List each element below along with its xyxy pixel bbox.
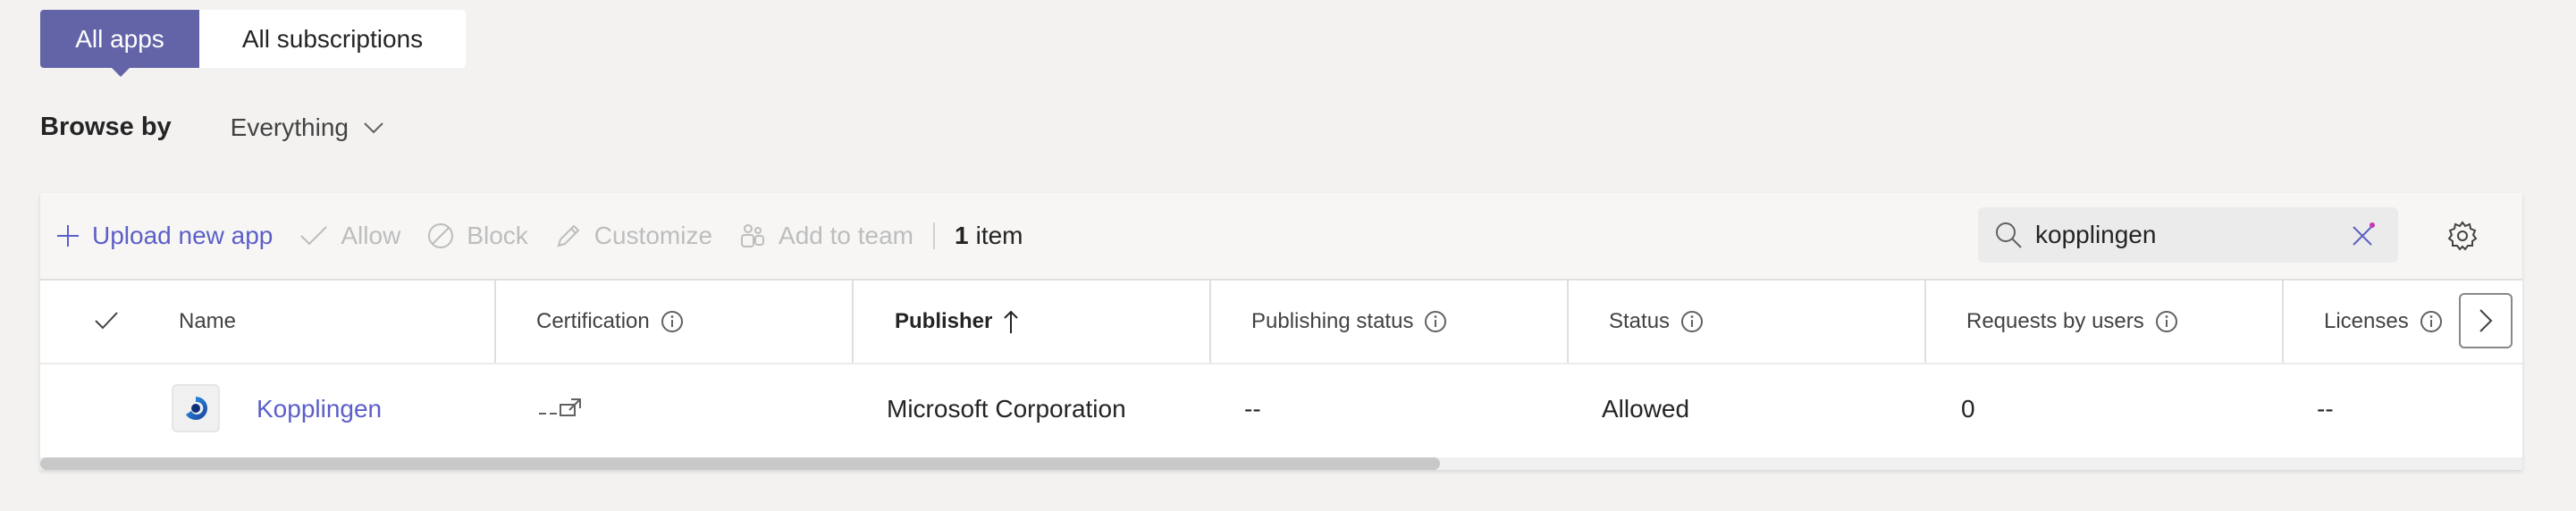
- column-divider: [494, 281, 496, 363]
- tab-all-apps[interactable]: All apps: [40, 10, 199, 77]
- header-status[interactable]: Status: [1609, 281, 1704, 363]
- info-icon[interactable]: [2420, 310, 2443, 333]
- chevron-right-icon: [2479, 309, 2493, 332]
- header-publishing-status[interactable]: Publishing status: [1251, 281, 1447, 363]
- header-requests-by-users[interactable]: Requests by users: [1966, 281, 2178, 363]
- info-icon[interactable]: [2155, 310, 2178, 333]
- header-licenses-label: Licenses: [2324, 309, 2409, 333]
- app-tabs: All apps All subscriptions: [40, 10, 466, 77]
- publishing-status-cell: --: [1244, 395, 1261, 423]
- header-certification-label: Certification: [536, 309, 650, 333]
- header-publisher[interactable]: Publisher: [895, 281, 1019, 363]
- customize-label: Customize: [593, 222, 713, 249]
- item-count-number: 1: [955, 222, 969, 249]
- block-label: Block: [467, 222, 528, 249]
- browse-by-label: Browse by: [40, 113, 172, 141]
- select-all-checkmark-icon[interactable]: [94, 311, 119, 331]
- column-divider: [1567, 281, 1569, 363]
- column-divider: [2282, 281, 2284, 363]
- customize-button[interactable]: Customize: [555, 222, 712, 250]
- publisher-cell: Microsoft Corporation: [887, 395, 1126, 423]
- sort-ascending-arrow-icon: [1004, 310, 1019, 333]
- allow-label: Allow: [341, 222, 401, 249]
- info-icon[interactable]: [661, 310, 684, 333]
- header-status-label: Status: [1609, 309, 1671, 333]
- clear-search-icon[interactable]: [2350, 222, 2377, 248]
- licenses-cell: --: [2317, 395, 2334, 423]
- item-count-label: item: [975, 222, 1023, 249]
- team-icon: [741, 224, 765, 247]
- gear-icon[interactable]: [2446, 220, 2479, 252]
- browse-by-value: Everything: [230, 113, 349, 141]
- add-to-team-button[interactable]: Add to team: [739, 222, 913, 250]
- item-count: 1 item: [955, 222, 1023, 250]
- apps-panel: Upload new app Allow Block Customize Add…: [40, 193, 2522, 470]
- horizontal-scrollbar-thumb[interactable]: [40, 457, 1440, 470]
- chevron-down-icon: [364, 121, 383, 133]
- header-name[interactable]: Name: [179, 281, 236, 363]
- requests-cell: 0: [1961, 395, 1975, 423]
- column-divider: [1209, 281, 1211, 363]
- info-icon[interactable]: [1680, 310, 1704, 333]
- kopplingen-app-icon: [186, 397, 207, 420]
- table-header: Name Certification Publisher Publishing …: [40, 281, 2522, 364]
- header-name-label: Name: [179, 309, 237, 333]
- scroll-columns-right-button[interactable]: [2459, 293, 2513, 348]
- header-publisher-label: Publisher: [895, 309, 993, 333]
- browse-by: Browse by Everything: [40, 113, 384, 142]
- tab-all-subscriptions[interactable]: All subscriptions: [199, 10, 466, 68]
- toolbar: Upload new app Allow Block Customize Add…: [40, 193, 2522, 281]
- upload-new-app-label: Upload new app: [92, 222, 274, 249]
- search-input[interactable]: [2033, 220, 2359, 250]
- add-to-team-label: Add to team: [779, 222, 914, 249]
- status-cell: Allowed: [1602, 395, 1690, 423]
- checkmark-icon: [300, 226, 328, 246]
- block-icon: [428, 223, 454, 248]
- header-requests-label: Requests by users: [1966, 309, 2144, 333]
- block-button[interactable]: Block: [427, 222, 528, 250]
- search-box: [1978, 207, 2398, 263]
- search-icon: [1996, 222, 2022, 248]
- header-certification[interactable]: Certification: [536, 281, 684, 363]
- column-divider: [1924, 281, 1926, 363]
- app-icon: [172, 384, 220, 432]
- plus-icon: [57, 225, 79, 247]
- info-icon[interactable]: [1424, 310, 1447, 333]
- app-name-link[interactable]: Kopplingen: [257, 395, 382, 423]
- header-licenses[interactable]: Licenses: [2324, 281, 2443, 363]
- certification-link-icon[interactable]: [537, 396, 584, 423]
- browse-by-dropdown[interactable]: Everything: [231, 113, 384, 142]
- column-divider: [852, 281, 854, 363]
- app-name-cell: Kopplingen: [257, 364, 382, 454]
- toolbar-divider: [933, 222, 936, 249]
- certification-cell: [537, 364, 584, 454]
- header-publishing-status-label: Publishing status: [1251, 309, 1414, 333]
- upload-new-app-button[interactable]: Upload new app: [56, 222, 273, 250]
- allow-button[interactable]: Allow: [299, 222, 400, 250]
- table-row[interactable]: Kopplingen Microsoft Corporation -- Allo…: [40, 364, 2522, 454]
- pencil-icon: [557, 224, 580, 247]
